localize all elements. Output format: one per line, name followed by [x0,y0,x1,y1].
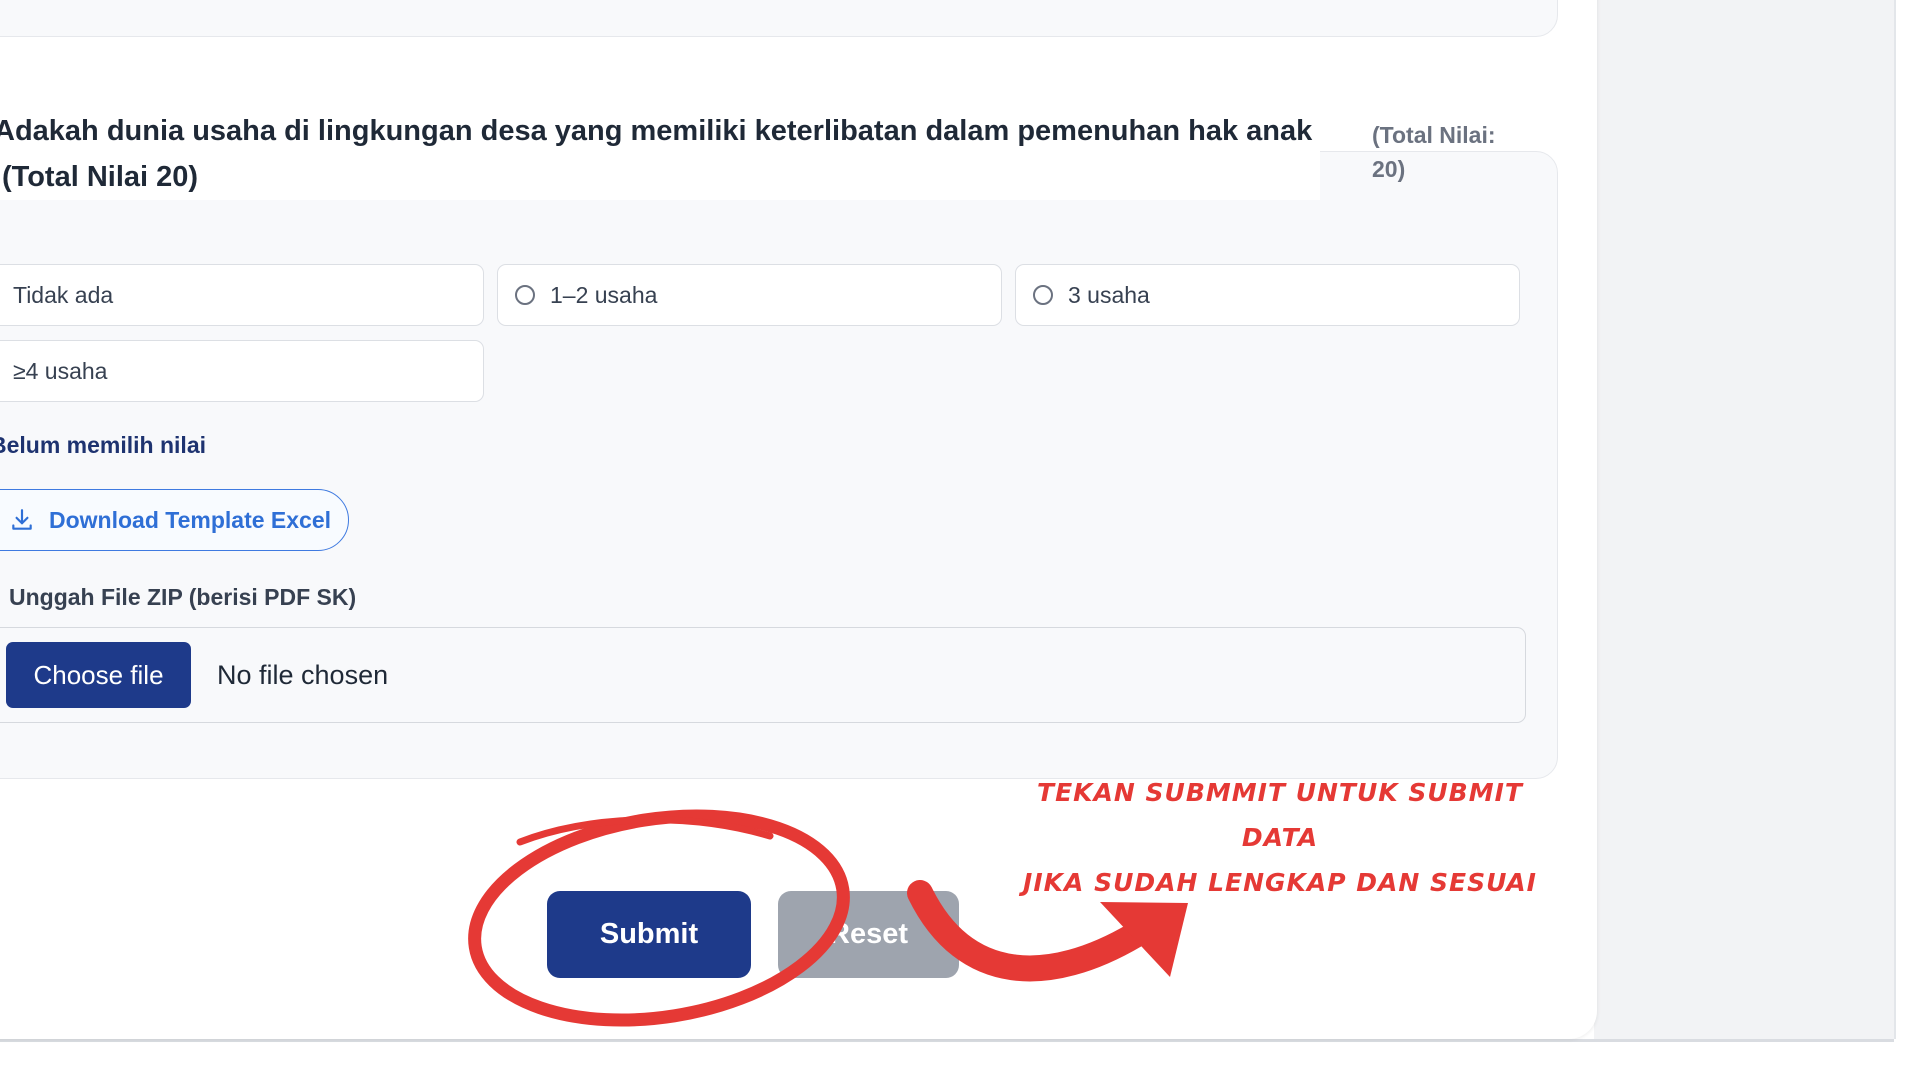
question-text: Adakah dunia usaha di lingkungan desa ya… [0,108,1320,200]
radio-icon[interactable] [1033,285,1053,305]
file-status: No file chosen [217,660,389,690]
option-1-2-usaha[interactable]: 1–2 usaha [497,264,1002,326]
option-label: 3 usaha [1068,281,1150,308]
option-label: ≥4 usaha [13,357,108,384]
submit-button[interactable]: Submit [547,891,751,978]
bottom-divider [0,1039,1894,1042]
status-note: Belum memilih nilai [0,432,206,458]
download-template-label: Download Template Excel [49,506,332,533]
radio-icon[interactable] [515,285,535,305]
upload-label: Unggah File ZIP (berisi PDF SK) [9,584,357,610]
option-label: 1–2 usaha [550,281,658,308]
option-label: Tidak ada [13,281,114,308]
option-tidak-ada[interactable]: Tidak ada [0,264,484,326]
option-3-usaha[interactable]: 3 usaha [1015,264,1520,326]
option-4-usaha[interactable]: ≥4 usaha [0,340,484,402]
download-icon [12,509,32,530]
annotation-text: Tekan Submmit untuk submit data jika sud… [1000,770,1560,905]
right-background [1594,0,1894,1039]
choose-file-button[interactable]: Choose file [6,642,191,708]
right-divider [1894,0,1896,1039]
previous-question-card [0,0,1558,37]
reset-button[interactable]: Reset [778,891,959,978]
download-template-button[interactable]: Download Template Excel [0,489,349,551]
annotation-line-1: Tekan Submmit untuk submit data [1037,778,1523,852]
annotation-line-2: jika sudah lengkap dan sesuai [1023,868,1537,897]
question-total-nilai: (Total Nilai: 20) [1372,122,1496,182]
